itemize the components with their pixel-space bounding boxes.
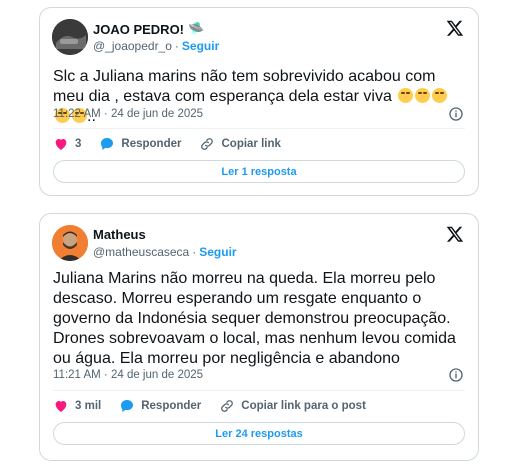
heart-icon <box>55 139 67 150</box>
reply-button[interactable]: Responder <box>99 136 181 152</box>
copy-link-label: Copiar link <box>221 138 281 150</box>
crying-emoji <box>432 88 448 103</box>
crying-emoji <box>415 88 431 103</box>
follow-button[interactable]: Seguir <box>199 245 236 259</box>
follow-button[interactable]: Seguir <box>182 39 219 53</box>
avatar[interactable] <box>52 225 88 261</box>
copy-link-button[interactable]: Copiar link <box>199 136 281 152</box>
link-icon <box>221 400 234 412</box>
info-icon[interactable] <box>448 367 464 383</box>
like-button[interactable]: 3 <box>53 136 81 152</box>
divider <box>53 128 465 129</box>
link-icon <box>201 138 214 150</box>
author-name[interactable]: Matheus <box>93 227 146 242</box>
timestamp[interactable]: 11:21 AM · 24 de jun de 2025 <box>53 369 203 381</box>
author-handle[interactable]: @matheuscaseca <box>93 245 189 259</box>
author-name[interactable]: JOAO PEDRO! <box>93 22 184 37</box>
action-row: 3 mil Responder Copiar link para o post <box>53 398 384 414</box>
separator: · <box>192 245 197 259</box>
divider <box>53 390 465 391</box>
reply-button[interactable]: Responder <box>119 398 201 414</box>
reply-bubble-icon <box>101 138 114 150</box>
like-button[interactable]: 3 mil <box>53 398 101 414</box>
reply-label: Responder <box>141 400 202 412</box>
x-logo-icon[interactable] <box>446 225 464 243</box>
like-count: 3 mil <box>75 400 102 412</box>
tweet-card-1[interactable]: JOAO PEDRO! 🛸 @_joaopedr_o · Seguir Slc a … <box>39 7 479 196</box>
copy-link-button[interactable]: Copiar link para o post <box>219 398 366 414</box>
reply-bubble-icon <box>121 400 134 412</box>
x-logo-icon[interactable] <box>446 19 464 37</box>
handle-row: @matheuscaseca · Seguir <box>93 245 237 259</box>
tweet-body: Slc a Juliana marins não tem sobrevivido… <box>53 68 436 105</box>
ufo-emoji: 🛸 <box>188 21 205 36</box>
reply-label: Responder <box>121 138 182 150</box>
read-replies-button[interactable]: Ler 1 resposta <box>53 160 465 183</box>
separator: · <box>174 39 179 53</box>
tweet-text: Juliana Marins não morreu na queda. Ela … <box>53 270 456 367</box>
author-name-row[interactable]: JOAO PEDRO! 🛸 <box>93 21 204 37</box>
timestamp[interactable]: 11:22 AM · 24 de jun de 2025 <box>53 108 203 120</box>
handle-row: @_joaopedr_o · Seguir <box>93 39 219 53</box>
like-count: 3 <box>75 138 82 150</box>
author-handle[interactable]: @_joaopedr_o <box>93 39 172 53</box>
crying-emoji <box>398 88 414 103</box>
tweet-card-2[interactable]: Matheus @matheuscaseca · Seguir Juliana Ma… <box>39 213 479 461</box>
read-replies-button[interactable]: Ler 24 respostas <box>53 422 465 445</box>
avatar[interactable] <box>52 19 88 55</box>
copy-link-label: Copiar link para o post <box>241 400 366 412</box>
info-icon[interactable] <box>448 106 464 122</box>
heart-icon <box>55 401 67 412</box>
author-name-row[interactable]: Matheus <box>93 227 146 242</box>
action-row: 3 Responder Copiar link <box>53 136 299 152</box>
